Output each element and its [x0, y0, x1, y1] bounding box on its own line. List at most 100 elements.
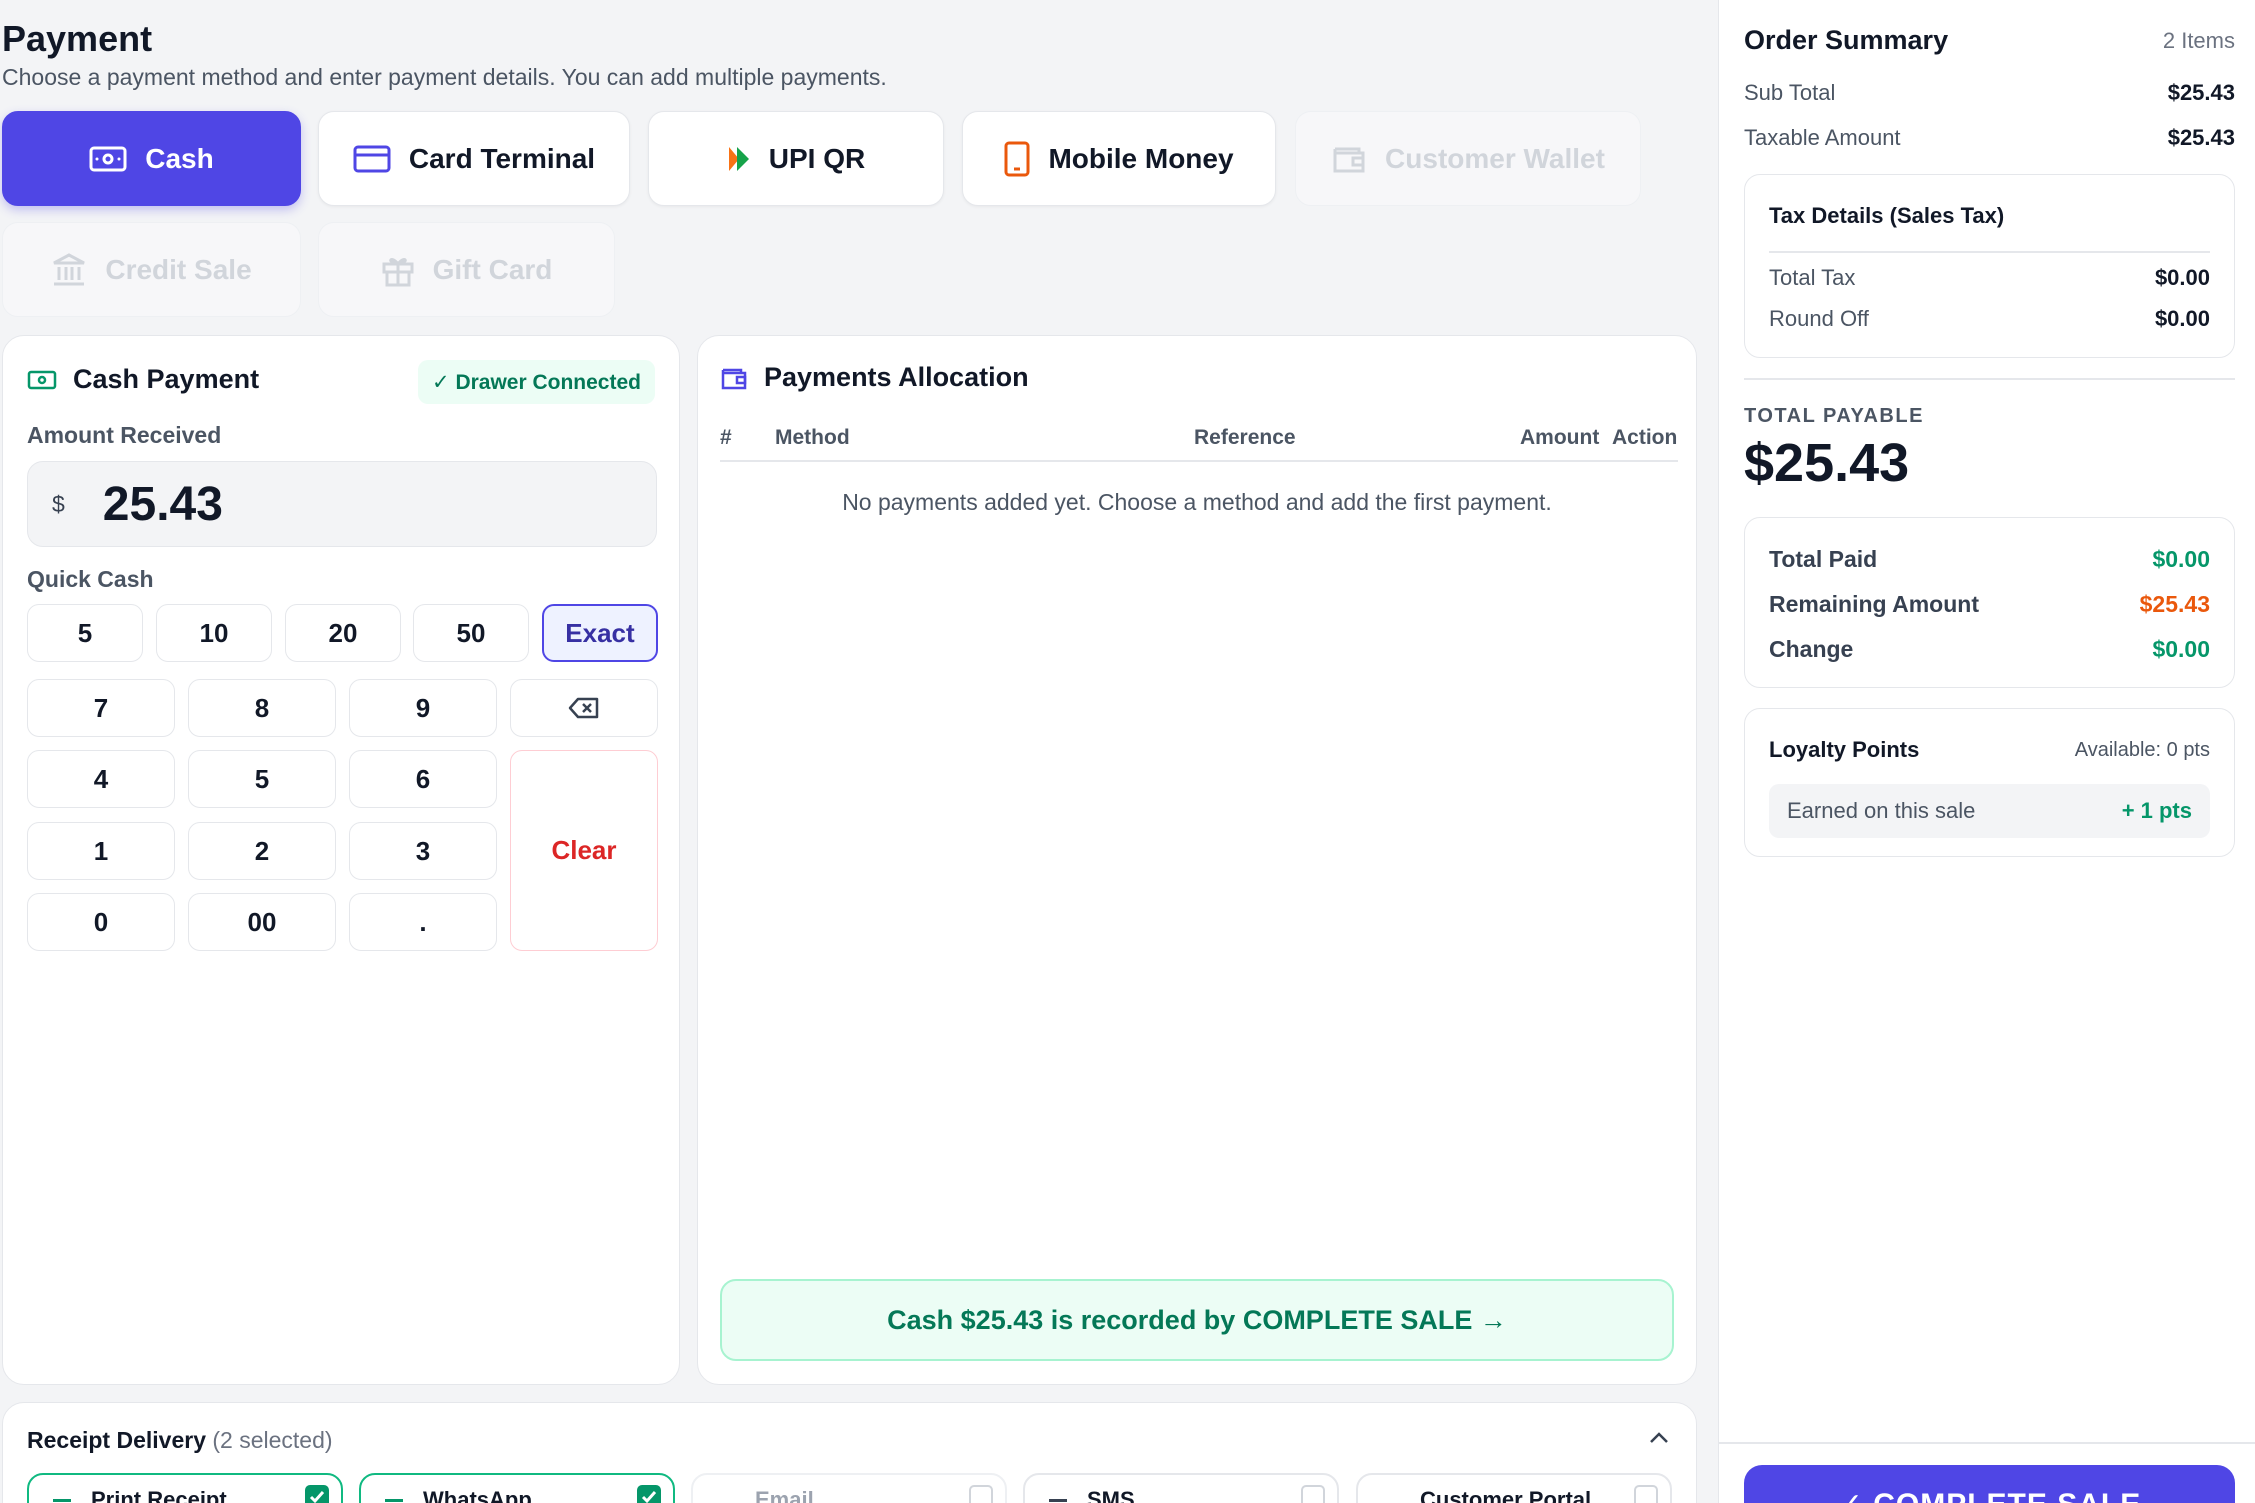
- total-tax-label: Total Tax: [1769, 265, 1856, 290]
- receipt-option-label: SMS: [1087, 1487, 1135, 1503]
- payments-allocation-title: Payments Allocation: [764, 362, 1029, 392]
- cash-recorded-note: Cash $25.43 is recorded by COMPLETE SALE…: [720, 1279, 1674, 1361]
- quick-cash-5-button[interactable]: 5: [27, 604, 143, 662]
- payments-allocation-header: Payments Allocation: [720, 362, 1029, 393]
- printer-icon: [53, 1499, 71, 1502]
- change-row: Change $0.00: [1769, 636, 2210, 663]
- keypad-3[interactable]: 3: [349, 822, 497, 880]
- loyalty-points-card: Loyalty Points Available: 0 pts Earned o…: [1744, 708, 2235, 857]
- tax-details-card: Tax Details (Sales Tax) Total Tax $0.00 …: [1744, 174, 2235, 358]
- total-payable-label: TOTAL PAYABLE: [1744, 405, 1924, 427]
- receipt-selected-count: (2 selected): [212, 1427, 333, 1453]
- keypad-7[interactable]: 7: [27, 679, 175, 737]
- cash-payment-title: Cash Payment: [73, 364, 260, 394]
- keypad-2[interactable]: 2: [188, 822, 336, 880]
- page-subtitle: Choose a payment method and enter paymen…: [2, 64, 887, 90]
- loyalty-earned-label: Earned on this sale: [1787, 798, 1976, 823]
- receipt-delivery-title: Receipt Delivery (2 selected): [27, 1427, 333, 1454]
- keypad-1[interactable]: 1: [27, 822, 175, 880]
- receipt-option-sms[interactable]: SMS: [1023, 1473, 1339, 1503]
- wallet-icon: [721, 368, 747, 389]
- total-tax-value: $0.00: [2154, 265, 2210, 290]
- keypad-0[interactable]: 0: [27, 893, 175, 951]
- keypad-8[interactable]: 8: [188, 679, 336, 737]
- checkbox-unchecked[interactable]: [1301, 1485, 1325, 1503]
- change-value: $0.00: [2152, 636, 2210, 662]
- receipt-option-label: Email: [755, 1487, 814, 1503]
- quick-cash-exact-button[interactable]: Exact: [542, 604, 658, 662]
- method-label: Mobile Money: [1048, 142, 1234, 174]
- remaining-amount-label: Remaining Amount: [1769, 591, 1979, 617]
- quick-cash-20-button[interactable]: 20: [285, 604, 401, 662]
- table-divider: [720, 460, 1678, 462]
- remaining-amount-row: Remaining Amount $25.43: [1769, 591, 2210, 618]
- method-cash-button[interactable]: Cash: [2, 111, 301, 206]
- drawer-status-badge: ✓ Drawer Connected: [418, 360, 655, 404]
- method-card-terminal-button[interactable]: Card Terminal: [318, 111, 630, 206]
- method-mobile-money-button[interactable]: Mobile Money: [962, 111, 1276, 206]
- total-paid-row: Total Paid $0.00: [1769, 546, 2210, 573]
- round-off-row: Round Off $0.00: [1769, 306, 2210, 332]
- keypad-4[interactable]: 4: [27, 750, 175, 808]
- keypad-00[interactable]: 00: [188, 893, 336, 951]
- keypad-decimal[interactable]: .: [349, 893, 497, 951]
- receipt-option-label: WhatsApp: [423, 1487, 532, 1503]
- keypad-6[interactable]: 6: [349, 750, 497, 808]
- backspace-icon: [568, 697, 599, 719]
- method-upi-qr-button[interactable]: UPI QR: [648, 111, 944, 206]
- card-icon: [353, 145, 391, 172]
- backspace-button[interactable]: [510, 679, 658, 737]
- method-label: Customer Wallet: [1385, 142, 1605, 174]
- method-label: Card Terminal: [408, 142, 596, 174]
- method-gift-card-button[interactable]: Gift Card: [318, 222, 615, 317]
- loyalty-points-title: Loyalty Points: [1769, 737, 1920, 762]
- total-paid-label: Total Paid: [1769, 546, 1878, 572]
- payments-allocation-card: Payments Allocation # Method Reference A…: [697, 335, 1697, 1385]
- amount-received-input[interactable]: $ 25.43: [27, 461, 657, 547]
- method-label: Credit Sale: [105, 253, 252, 285]
- sub-total-label: Sub Total: [1744, 80, 1836, 105]
- order-item-count: 2 Items: [2162, 28, 2235, 53]
- keypad-5[interactable]: 5: [188, 750, 336, 808]
- payment-main: Payment Choose a payment method and ente…: [0, 0, 1718, 1503]
- amount-value: 25.43: [102, 477, 223, 531]
- checkbox-checked[interactable]: [305, 1485, 329, 1503]
- remaining-amount-value: $25.43: [2139, 591, 2210, 617]
- receipt-option-label: Print Receipt: [91, 1487, 227, 1503]
- cash-payment-header: Cash Payment: [27, 364, 259, 395]
- sub-total-value: $25.43: [2167, 80, 2235, 105]
- method-credit-sale-button[interactable]: Credit Sale: [2, 222, 301, 317]
- method-label: UPI QR: [768, 142, 866, 174]
- quick-cash-50-button[interactable]: 50: [413, 604, 529, 662]
- complete-sale-button[interactable]: ✓ COMPLETE SALE: [1744, 1465, 2235, 1503]
- checkbox-checked[interactable]: [637, 1485, 661, 1503]
- order-summary-title: Order Summary: [1744, 25, 1949, 55]
- column-header-index: #: [720, 426, 732, 449]
- receipt-option-customer-portal[interactable]: Customer Portal: [1356, 1473, 1672, 1503]
- summary-divider: [1744, 378, 2235, 380]
- receipt-delivery-card: Receipt Delivery (2 selected) Print Rece…: [2, 1402, 1697, 1503]
- quick-cash-10-button[interactable]: 10: [156, 604, 272, 662]
- receipt-option-whatsapp[interactable]: WhatsApp: [359, 1473, 675, 1503]
- checkbox-unchecked[interactable]: [969, 1485, 993, 1503]
- checkbox-unchecked[interactable]: [1634, 1485, 1658, 1503]
- method-customer-wallet-button[interactable]: Customer Wallet: [1295, 111, 1641, 206]
- amount-received-label: Amount Received: [27, 422, 222, 448]
- receipt-option-print[interactable]: Print Receipt: [27, 1473, 343, 1503]
- cash-icon: [27, 370, 57, 389]
- column-header-reference: Reference: [1194, 426, 1296, 449]
- receipt-option-email[interactable]: Email: [691, 1473, 1007, 1503]
- keypad-9[interactable]: 9: [349, 679, 497, 737]
- column-header-method: Method: [775, 426, 850, 449]
- column-header-amount: Amount: [1520, 426, 1600, 449]
- empty-state-message: No payments added yet. Choose a method a…: [842, 489, 1552, 515]
- upi-icon: [728, 146, 749, 171]
- chevron-up-icon[interactable]: [1648, 1431, 1670, 1445]
- taxable-amount-value: $25.43: [2167, 125, 2235, 150]
- receipt-delivery-label: Receipt Delivery: [27, 1427, 206, 1453]
- taxable-amount-row: Taxable Amount $25.43: [1744, 125, 2235, 151]
- tax-details-title: Tax Details (Sales Tax): [1769, 203, 2005, 228]
- currency-symbol: $: [52, 490, 65, 517]
- total-payable-value: $25.43: [1744, 433, 1910, 493]
- clear-button[interactable]: Clear: [510, 750, 658, 951]
